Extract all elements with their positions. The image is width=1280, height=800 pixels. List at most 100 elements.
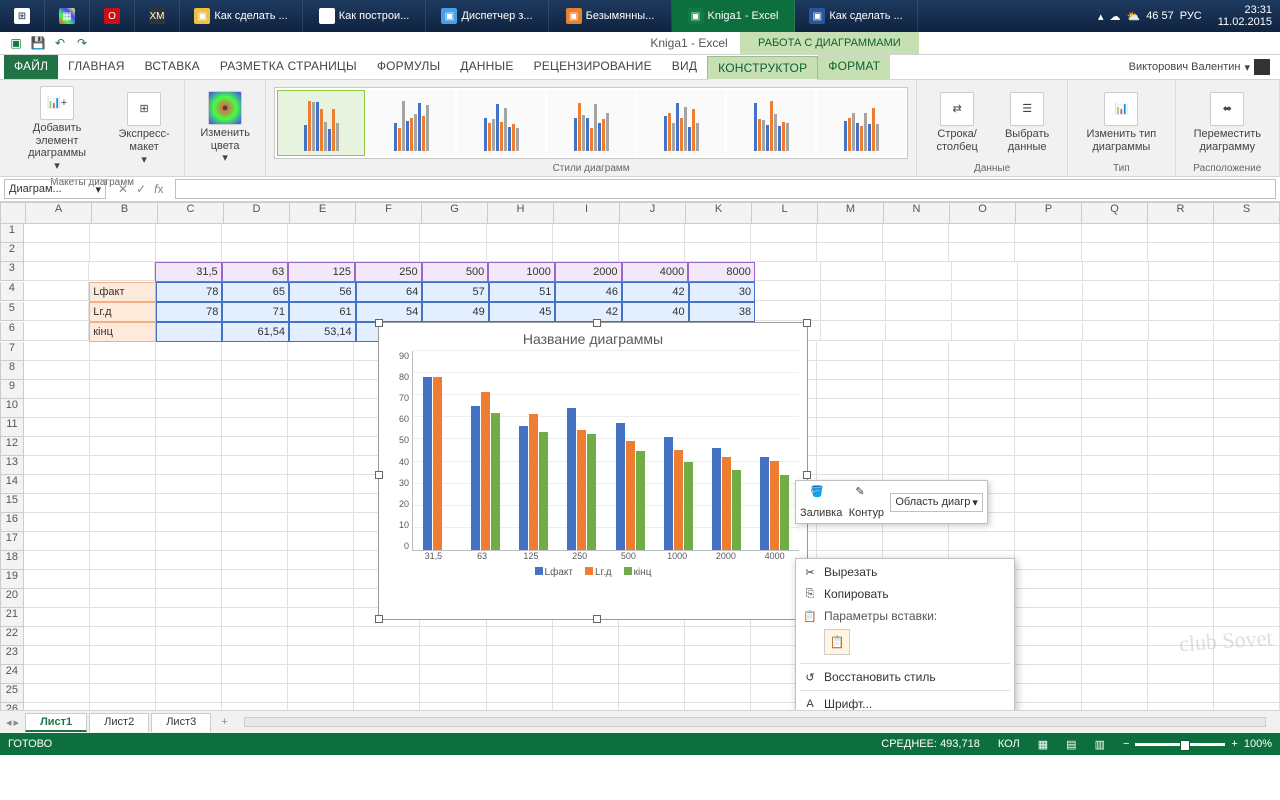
cell[interactable] [817,532,883,551]
cell[interactable] [156,399,222,418]
ribbon-tab[interactable]: ФАЙЛ [4,55,58,79]
cell[interactable] [1082,646,1148,665]
column-header[interactable]: D [224,202,290,224]
cell[interactable] [487,627,553,646]
cell[interactable]: 71 [222,302,289,322]
cell[interactable] [1015,627,1081,646]
cell[interactable] [288,224,354,243]
column-header[interactable]: B [92,202,158,224]
cell[interactable]: 78 [156,282,223,302]
cell[interactable] [883,456,949,475]
taskbar-clock[interactable]: 23:3111.02.2015 [1210,4,1280,28]
cell[interactable] [1082,570,1148,589]
cell[interactable] [1214,437,1280,456]
cell[interactable] [1082,494,1148,513]
cell[interactable] [222,665,288,684]
cell[interactable] [883,224,949,243]
cell[interactable] [817,399,883,418]
cell[interactable] [1214,399,1280,418]
cell[interactable] [1214,224,1280,243]
cell[interactable] [1082,703,1148,710]
cell[interactable] [886,302,952,321]
cell[interactable] [1148,589,1214,608]
cell[interactable] [288,703,354,710]
sheet-tab[interactable]: Лист1 [25,713,87,732]
redo-icon[interactable]: ↷ [74,35,90,51]
cell[interactable] [1015,494,1081,513]
language-indicator[interactable]: РУС [1180,10,1202,22]
cell[interactable] [817,456,883,475]
taskbar-task[interactable]: ▣Как сделать ... [795,0,918,32]
row-header[interactable]: 25 [0,684,24,703]
cell[interactable] [751,224,817,243]
column-header[interactable]: E [290,202,356,224]
worksheet-grid[interactable]: ABCDEFGHIJKLMNOPQRS12331,563125250500100… [0,202,1280,710]
row-header[interactable]: 18 [0,551,24,570]
cell[interactable]: 51 [489,282,556,302]
cell[interactable] [1214,302,1280,321]
cell[interactable] [1214,532,1280,551]
cell[interactable] [817,361,883,380]
cell[interactable]: кінц [89,322,156,342]
cell[interactable] [1015,361,1081,380]
cell[interactable] [619,627,685,646]
row-header[interactable]: 21 [0,608,24,627]
cell[interactable] [156,361,222,380]
cell[interactable] [222,589,288,608]
cell[interactable] [1082,665,1148,684]
cell[interactable] [1214,243,1280,262]
cell[interactable] [24,282,90,301]
cell[interactable] [952,262,1018,281]
cell[interactable] [24,302,90,321]
cell[interactable] [1214,608,1280,627]
zoom-in-icon[interactable]: + [1231,738,1237,750]
cell[interactable] [288,627,354,646]
menu-font[interactable]: AШрифт... [796,693,1014,710]
cell[interactable] [1015,532,1081,551]
cell[interactable] [949,380,1015,399]
cell[interactable] [420,646,486,665]
column-header[interactable]: C [158,202,224,224]
cell[interactable] [222,570,288,589]
cell[interactable] [1082,380,1148,399]
cell[interactable] [156,684,222,703]
cell[interactable] [288,437,354,456]
cell[interactable] [883,380,949,399]
cell[interactable] [1082,418,1148,437]
cell[interactable] [1015,665,1081,684]
cell[interactable] [156,703,222,710]
cell[interactable] [156,532,222,551]
cell[interactable] [1015,551,1081,570]
cell[interactable] [1148,342,1214,361]
opera-icon[interactable]: O [90,0,135,32]
cell[interactable] [1148,646,1214,665]
ribbon-tab[interactable]: ВИД [662,55,707,79]
chart-area-dropdown[interactable]: Область диагр ▾ [890,493,983,512]
cell[interactable] [1148,513,1214,532]
cell[interactable] [487,703,553,710]
cell[interactable] [24,262,90,281]
cell[interactable] [1082,399,1148,418]
cell[interactable] [1082,224,1148,243]
cell[interactable] [1148,551,1214,570]
cell[interactable]: 125 [288,262,355,282]
cell[interactable] [1083,302,1149,321]
cell[interactable]: 46 [555,282,622,302]
outline-button[interactable]: ✎Контур [846,485,886,519]
chart-title[interactable]: Название диаграммы [379,323,807,351]
cell[interactable]: 61,54 [222,322,289,342]
column-header[interactable]: G [422,202,488,224]
cell[interactable]: 54 [356,302,423,322]
ribbon-tab-context[interactable]: КОНСТРУКТОР [707,56,818,80]
cell[interactable] [222,684,288,703]
cell[interactable] [288,684,354,703]
cell[interactable] [354,703,420,710]
cell[interactable] [24,646,90,665]
cell[interactable] [1149,262,1215,281]
cell[interactable] [949,456,1015,475]
cell[interactable] [24,551,90,570]
name-box[interactable]: Диаграм...▾ [4,179,106,199]
chart-style-thumb[interactable] [727,90,815,156]
view-page-icon[interactable]: ▤ [1066,738,1076,751]
cell[interactable] [288,589,354,608]
